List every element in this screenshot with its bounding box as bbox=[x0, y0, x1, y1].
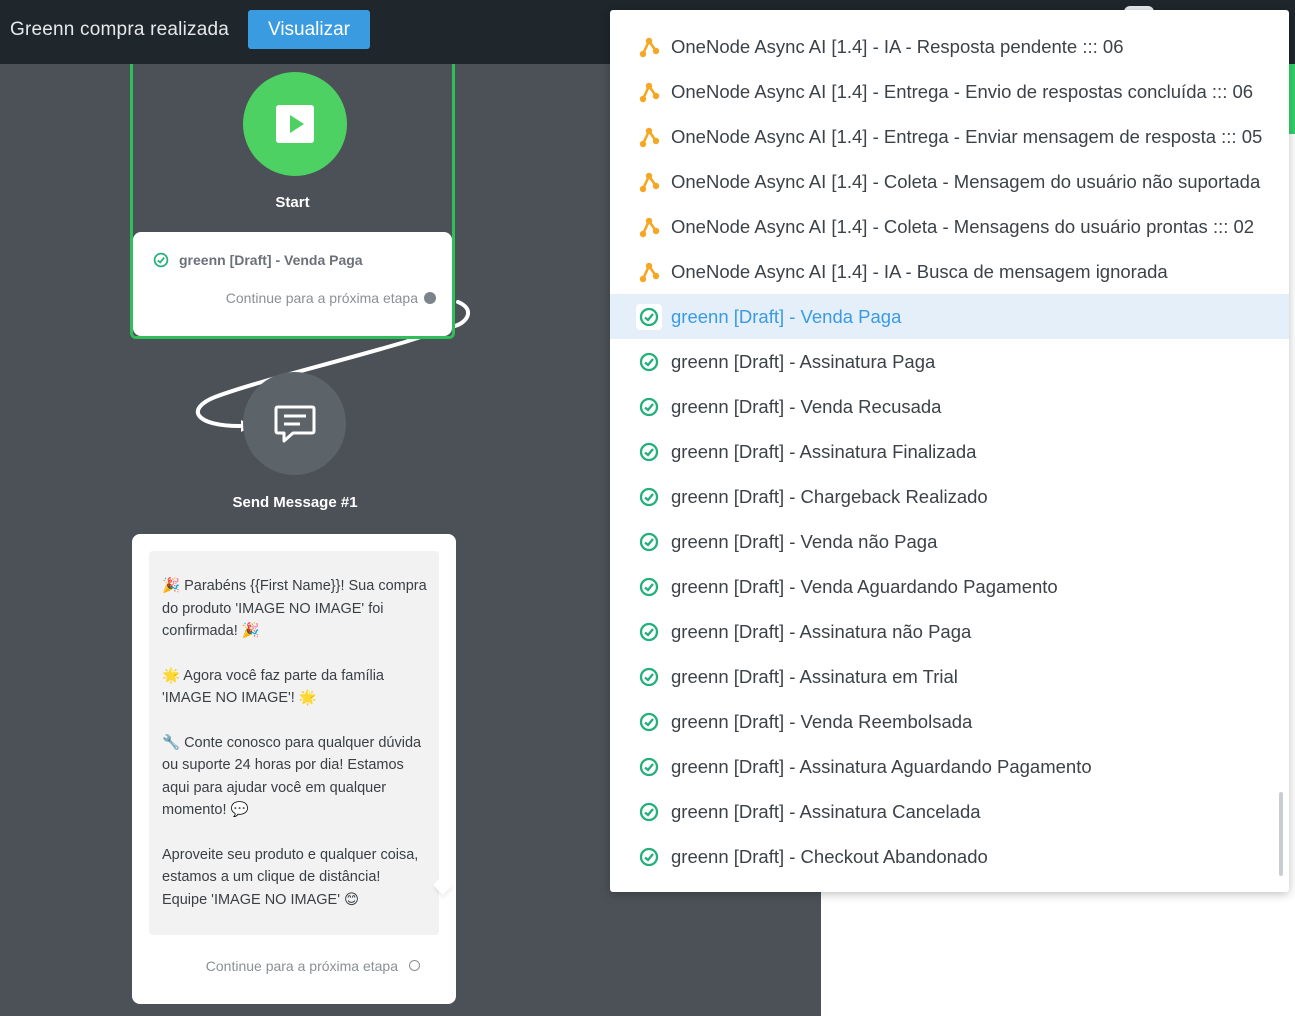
dropdown-option-label: greenn [Draft] - Assinatura não Paga bbox=[671, 620, 972, 642]
dropdown-option-label: OneNode Async AI [1.4] - IA - Resposta p… bbox=[671, 35, 1124, 57]
dropdown-option[interactable]: greenn [Draft] - Assinatura não Paga bbox=[610, 609, 1289, 654]
message-paragraph: 🌟 Agora você faz parte da família 'IMAGE… bbox=[162, 667, 384, 707]
webhook-icon bbox=[636, 169, 662, 195]
dropdown-option-label: OneNode Async AI [1.4] - Entrega - Envia… bbox=[671, 125, 1263, 147]
dropdown-option-label: greenn [Draft] - Checkout Abandonado bbox=[671, 845, 988, 867]
webhook-icon bbox=[636, 34, 662, 60]
start-trigger-card[interactable]: greenn [Draft] - Venda Paga Continue par… bbox=[133, 232, 452, 336]
dropdown-option[interactable]: greenn [Draft] - Venda não Paga bbox=[610, 519, 1289, 564]
dropdown-option-label: greenn [Draft] - Assinatura Paga bbox=[671, 350, 936, 372]
dropdown-option-label: OneNode Async AI [1.4] - Entrega - Envio… bbox=[671, 80, 1254, 102]
webhook-icon bbox=[636, 124, 662, 150]
greenn-check-icon bbox=[636, 303, 662, 330]
greenn-check-icon bbox=[636, 574, 662, 600]
dropdown-option[interactable]: OneNode Async AI [1.4] - IA - Resposta p… bbox=[610, 24, 1289, 69]
dropdown-option-label: OneNode Async AI [1.4] - Coleta - Mensag… bbox=[671, 215, 1255, 237]
greenn-check-icon bbox=[636, 484, 662, 510]
message-paragraph: Aproveite seu produto e qualquer coisa, … bbox=[162, 846, 419, 908]
dropdown-option-label: greenn [Draft] - Venda não Paga bbox=[671, 530, 938, 552]
visualizar-button[interactable]: Visualizar bbox=[248, 10, 370, 49]
message-connect-handle[interactable] bbox=[409, 960, 420, 971]
dropdown-option[interactable]: greenn [Draft] - Checkout Abandonado bbox=[610, 834, 1289, 879]
webhook-icon bbox=[636, 79, 662, 105]
message-icon bbox=[274, 405, 315, 442]
send-message-node-icon-circle[interactable] bbox=[243, 372, 346, 475]
dropdown-option[interactable]: greenn [Draft] - Venda Reembolsada bbox=[610, 699, 1289, 744]
dropdown-option-label: OneNode Async AI [1.4] - IA - Busca de m… bbox=[671, 260, 1168, 282]
dropdown-option[interactable]: OneNode Async AI [1.4] - Entrega - Envio… bbox=[610, 69, 1289, 114]
dropdown-option-label: greenn [Draft] - Assinatura Finalizada bbox=[671, 440, 977, 462]
greenn-check-icon bbox=[636, 619, 662, 645]
start-trigger[interactable]: greenn [Draft] - Venda Paga bbox=[153, 252, 363, 268]
dropdown-scrollbar[interactable] bbox=[1279, 792, 1283, 876]
message-paragraph: 🎉 Parabéns {{First Name}}! Sua compra do… bbox=[162, 578, 427, 639]
play-icon bbox=[276, 105, 314, 143]
send-message-node-label: Send Message #1 bbox=[232, 494, 358, 511]
message-paragraph: 🔧 Conte conosco para qualquer dúvida ou … bbox=[162, 734, 422, 819]
trigger-dropdown[interactable]: OneNode Async AI [1.4] - IA - Resposta p… bbox=[610, 10, 1289, 892]
dropdown-option-label: greenn [Draft] - Assinatura Aguardando P… bbox=[671, 755, 1092, 777]
greenn-check-icon bbox=[636, 529, 662, 555]
dropdown-option[interactable]: OneNode Async AI [1.4] - Coleta - Mensag… bbox=[610, 159, 1289, 204]
webhook-icon bbox=[636, 259, 662, 285]
message-continue-text: Continue para a próxima etapa bbox=[205, 958, 398, 974]
start-trigger-label: greenn [Draft] - Venda Paga bbox=[179, 252, 363, 268]
greenn-check-icon bbox=[636, 799, 662, 825]
start-node-icon-circle[interactable] bbox=[243, 72, 347, 176]
dropdown-option-label: greenn [Draft] - Assinatura em Trial bbox=[671, 665, 958, 687]
dropdown-option-label: greenn [Draft] - Venda Aguardando Pagame… bbox=[671, 575, 1058, 597]
dropdown-option-label: greenn [Draft] - Venda Paga bbox=[671, 305, 902, 327]
dropdown-option[interactable]: greenn [Draft] - Venda Paga bbox=[610, 294, 1289, 339]
dropdown-option[interactable]: greenn [Draft] - Assinatura Aguardando P… bbox=[610, 744, 1289, 789]
dropdown-option-label: greenn [Draft] - Venda Recusada bbox=[671, 395, 942, 417]
dropdown-option[interactable]: greenn [Draft] - Venda Recusada bbox=[610, 384, 1289, 429]
greenn-check-icon bbox=[636, 394, 662, 420]
start-continue-text: Continue para a próxima etapa bbox=[225, 290, 418, 306]
dropdown-option[interactable]: greenn [Draft] - Assinatura Finalizada bbox=[610, 429, 1289, 474]
greenn-check-icon bbox=[636, 349, 662, 375]
dropdown-option[interactable]: greenn [Draft] - Assinatura em Trial bbox=[610, 654, 1289, 699]
greenn-check-icon bbox=[636, 664, 662, 690]
webhook-icon bbox=[636, 214, 662, 240]
dropdown-option[interactable]: OneNode Async AI [1.4] - Entrega - Envia… bbox=[610, 114, 1289, 159]
dropdown-option-label: greenn [Draft] - Venda Reembolsada bbox=[671, 710, 973, 732]
greenn-check-icon bbox=[636, 439, 662, 465]
greenn-check-icon bbox=[153, 252, 169, 268]
dropdown-option-label: greenn [Draft] - Chargeback Realizado bbox=[671, 485, 988, 507]
greenn-check-icon bbox=[636, 709, 662, 735]
flow-title: Greenn compra realizada bbox=[10, 19, 229, 40]
dropdown-option[interactable]: OneNode Async AI [1.4] - IA - Busca de m… bbox=[610, 249, 1289, 294]
dropdown-option[interactable]: OneNode Async AI [1.4] - Coleta - Mensag… bbox=[610, 204, 1289, 249]
message-body[interactable]: 🎉 Parabéns {{First Name}}! Sua compra do… bbox=[149, 551, 439, 935]
dropdown-option-label: OneNode Async AI [1.4] - Coleta - Mensag… bbox=[671, 170, 1261, 192]
send-message-card[interactable]: 🎉 Parabéns {{First Name}}! Sua compra do… bbox=[132, 534, 456, 1004]
dropdown-option[interactable]: greenn [Draft] - Assinatura Paga bbox=[610, 339, 1289, 384]
greenn-check-icon bbox=[636, 844, 662, 870]
start-node-label: Start bbox=[275, 194, 310, 211]
greenn-check-icon bbox=[636, 754, 662, 780]
start-connect-handle[interactable] bbox=[424, 292, 436, 304]
dropdown-option[interactable]: greenn [Draft] - Assinatura Cancelada bbox=[610, 789, 1289, 834]
dropdown-option-label: greenn [Draft] - Assinatura Cancelada bbox=[671, 800, 981, 822]
dropdown-option[interactable]: greenn [Draft] - Venda Aguardando Pagame… bbox=[610, 564, 1289, 609]
dropdown-option[interactable]: greenn [Draft] - Chargeback Realizado bbox=[610, 474, 1289, 519]
start-node[interactable]: Start greenn [Draft] - Venda Paga Contin… bbox=[130, 64, 455, 339]
